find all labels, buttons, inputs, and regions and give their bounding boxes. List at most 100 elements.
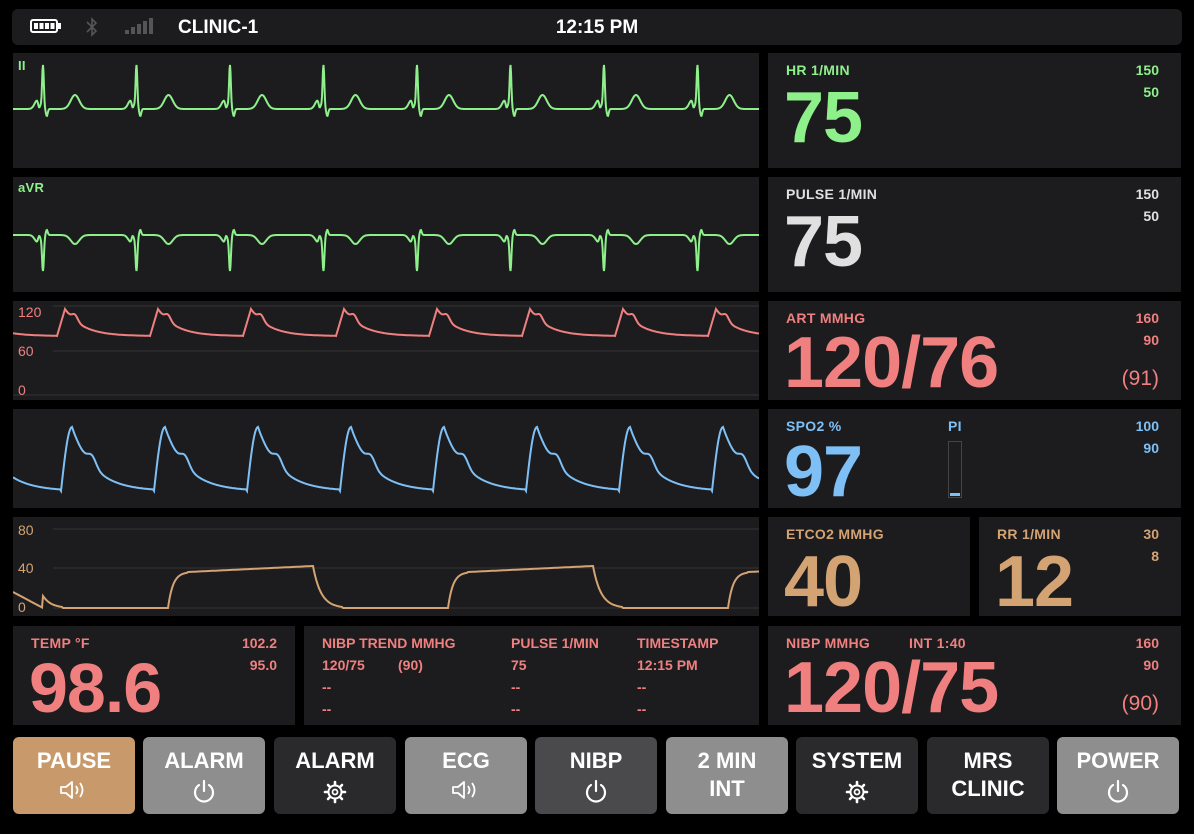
system-settings-button[interactable]: SYSTEM <box>796 737 918 814</box>
rr-limit-high: 30 <box>1143 526 1159 542</box>
ecg-trace <box>13 228 759 272</box>
trend-pulse: -- <box>511 701 521 717</box>
pulse-limit-high: 150 <box>1135 186 1159 202</box>
nibp-trend-table: NIBP TREND MMHG PULSE 1/MIN TIMESTAMP 12… <box>322 632 718 720</box>
rr-alarm-limits: 30 8 <box>1143 523 1159 567</box>
art-mean-value: (91) <box>1121 367 1159 390</box>
button-label-line-1: MRS <box>963 748 1013 773</box>
rr-value: 12 <box>995 542 1074 616</box>
trend-pulse: 75 <box>511 657 527 673</box>
art-scale-low: 0 <box>18 382 26 398</box>
temp-limit-low: 95.0 <box>249 657 277 673</box>
button-label: PAUSE <box>36 748 112 773</box>
etco2-label: ETCO2 MMHG <box>786 526 884 542</box>
trend-bp: 120/75 <box>322 657 365 673</box>
rr-label: RR 1/MIN <box>997 526 1061 542</box>
temp-limit-high: 102.2 <box>241 635 277 651</box>
patient-clinic-button[interactable]: MRS CLINIC <box>927 737 1049 814</box>
trend-bp: -- <box>322 701 332 717</box>
capnogram-trace <box>13 565 759 610</box>
nibp-limit-low: 90 <box>1143 657 1159 673</box>
nibp-limit-high: 160 <box>1135 635 1159 651</box>
power-icon <box>535 779 657 805</box>
co2-scale-mid: 40 <box>18 560 34 576</box>
art-value: 120/76 <box>784 323 999 400</box>
power-icon <box>143 779 265 805</box>
ecg-lead-ii-waveform: II <box>13 53 759 168</box>
hr-limit-low: 50 <box>1143 84 1159 100</box>
hr-value: 75 <box>784 78 863 158</box>
art-limit-high: 160 <box>1135 310 1159 326</box>
button-label: ALARM <box>295 748 375 773</box>
art-parameter-panel[interactable]: ART MMHG 120/76 160 90 (91) <box>768 301 1181 400</box>
trend-time: 12:15 PM <box>637 657 698 673</box>
button-label: ECG <box>442 748 490 773</box>
spo2-pleth-waveform <box>13 409 759 508</box>
trend-time: -- <box>637 701 647 717</box>
pulse-limit-low: 50 <box>1143 208 1159 224</box>
etco2-parameter-panel[interactable]: ETCO2 MMHG 40 <box>768 517 970 616</box>
spo2-limit-high: 100 <box>1135 418 1159 434</box>
hr-alarm-limits: 150 50 <box>1136 59 1159 103</box>
trend-mean <box>398 676 511 698</box>
pulse-alarm-limits: 150 50 <box>1136 183 1159 227</box>
nibp-parameter-panel[interactable]: NIBP MMHG INT 1:40 120/75 160 90 (90) <box>768 626 1181 725</box>
nibp-alarm-limits: 160 90 <box>1136 632 1159 676</box>
speaker-icon <box>13 779 135 801</box>
spo2-parameter-panel[interactable]: SPO2 % 97 PI 100 90 <box>768 409 1181 508</box>
pause-audio-button[interactable]: PAUSE <box>13 737 135 814</box>
rr-limit-low: 8 <box>1151 548 1159 564</box>
trend-time: -- <box>637 679 647 695</box>
art-trace <box>13 306 759 338</box>
nibp-trend-header: NIBP TREND MMHG <box>322 635 456 651</box>
pulse-label: PULSE 1/MIN <box>786 186 878 202</box>
pulse-value: 75 <box>784 202 863 282</box>
ecg-audio-button[interactable]: ECG <box>405 737 527 814</box>
spo2-alarm-limits: 100 90 <box>1136 415 1159 459</box>
pi-label: PI <box>948 418 962 434</box>
nibp-start-button[interactable]: NIBP <box>535 737 657 814</box>
pulse-header: PULSE 1/MIN <box>511 635 599 651</box>
speaker-icon <box>405 779 527 801</box>
alarm-power-button[interactable]: ALARM <box>143 737 265 814</box>
button-label-line-1: 2 MIN <box>697 748 757 773</box>
rr-parameter-panel[interactable]: RR 1/MIN 12 30 8 <box>979 517 1181 616</box>
temp-parameter-panel[interactable]: TEMP °F 98.6 102.2 95.0 <box>13 626 295 725</box>
alarm-settings-button[interactable]: ALARM <box>274 737 396 814</box>
timestamp-header: TIMESTAMP <box>637 635 719 651</box>
ecg-lead-avr-waveform: aVR <box>13 177 759 292</box>
etco2-value: 40 <box>784 542 863 616</box>
hr-parameter-panel[interactable]: HR 1/MIN 75 150 50 <box>768 53 1181 168</box>
hr-limit-high: 150 <box>1135 62 1159 78</box>
art-alarm-limits: 160 90 <box>1136 307 1159 351</box>
button-label-line-2: CLINIC <box>951 776 1025 801</box>
nibp-trend-panel[interactable]: NIBP TREND MMHG PULSE 1/MIN TIMESTAMP 12… <box>304 626 759 725</box>
spo2-value: 97 <box>784 432 863 508</box>
two-minute-interval-button[interactable]: 2 MIN INT <box>666 737 788 814</box>
power-button[interactable]: POWER <box>1057 737 1179 814</box>
trend-mean <box>398 698 511 720</box>
art-waveform: 120 60 0 <box>13 301 759 400</box>
temp-value: 98.6 <box>29 649 162 725</box>
co2-scale-low: 0 <box>18 599 26 615</box>
button-label: SYSTEM <box>811 748 903 773</box>
trend-bp: -- <box>322 679 332 695</box>
co2-scale-high: 80 <box>18 522 34 538</box>
trend-pulse: -- <box>511 679 521 695</box>
table-row: 120/75 (90) 75 12:15 PM <box>322 654 718 676</box>
gear-icon <box>796 779 918 805</box>
art-scale-mid: 60 <box>18 343 34 359</box>
button-label: ALARM <box>164 748 244 773</box>
nibp-trend-header-row: NIBP TREND MMHG PULSE 1/MIN TIMESTAMP <box>322 632 718 654</box>
button-label-line-2: INT <box>709 776 745 801</box>
table-row: -- -- -- <box>322 676 718 698</box>
clock: 12:15 PM <box>555 17 639 38</box>
nibp-mean-value: (90) <box>1121 692 1159 715</box>
pleth-trace <box>13 425 759 494</box>
status-bar: CLINIC-1 12:15 PM <box>12 9 1182 45</box>
art-scale-high: 120 <box>18 304 42 320</box>
spo2-limit-low: 90 <box>1143 440 1159 456</box>
gear-icon <box>274 779 396 805</box>
pulse-parameter-panel[interactable]: PULSE 1/MIN 75 150 50 <box>768 177 1181 292</box>
perfusion-index-fill <box>950 493 960 496</box>
